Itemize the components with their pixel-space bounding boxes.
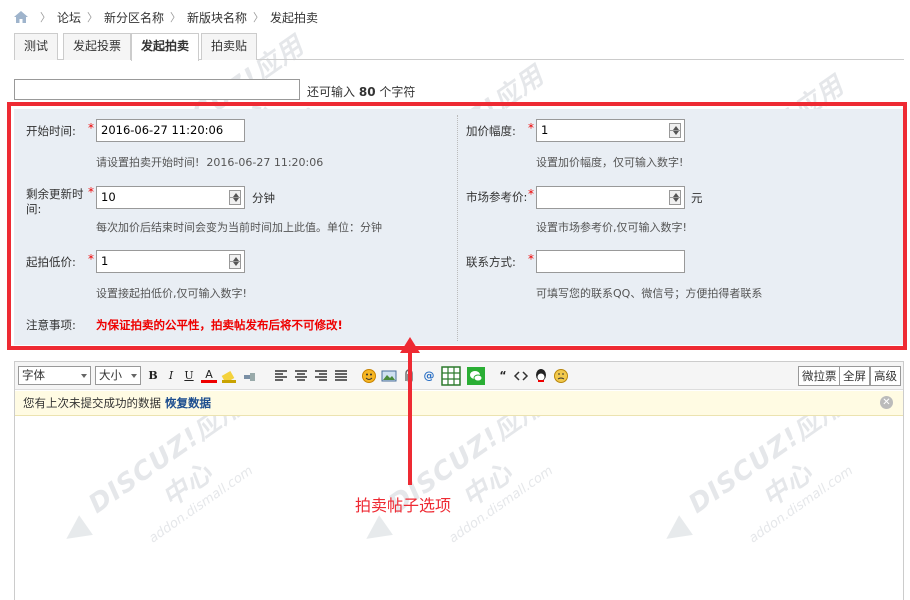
remaining-time-help: 每次加价后结束时间会变为当前时间加上此值。单位：分钟 <box>96 221 382 234</box>
face-icon[interactable] <box>553 367 569 385</box>
chevron-down-icon <box>81 374 87 378</box>
increment-help: 设置加价幅度，仅可输入数字! <box>536 156 684 169</box>
link-icon[interactable] <box>241 367 257 385</box>
text-color-button[interactable]: A <box>201 367 217 383</box>
column-divider <box>457 115 458 341</box>
smiley-icon[interactable] <box>361 367 377 385</box>
contact-input[interactable] <box>536 250 685 273</box>
advanced-button[interactable]: 高级 <box>870 366 901 386</box>
restore-draft-link[interactable]: 恢复数据 <box>165 396 211 410</box>
draft-restore-bar: 您有上次未提交成功的数据 恢复数据 ✕ <box>15 391 903 416</box>
required-mark: * <box>528 187 534 201</box>
start-price-input[interactable]: 1 <box>96 250 245 273</box>
contact-help: 可填写您的联系QQ、微信号；方便拍得者联系 <box>536 287 763 300</box>
vote-button[interactable]: 微拉票 <box>798 366 841 386</box>
notice-label: 注意事项: <box>26 318 76 332</box>
breadcrumb: 〉 论坛 〉 新分区名称 〉 新版块名称 〉 发起拍卖 <box>14 9 318 25</box>
at-icon[interactable]: @ <box>421 367 437 385</box>
start-time-help: 请设置拍卖开始时间! 2016-06-27 11:20:06 <box>96 156 324 169</box>
image-icon[interactable] <box>381 367 397 385</box>
fullscreen-button[interactable]: 全屏 <box>839 366 870 386</box>
tab-test[interactable]: 测试 <box>14 33 59 60</box>
auction-options-panel: 开始时间: * 2016-06-27 11:20:06 请设置拍卖开始时间! 2… <box>14 109 904 345</box>
remaining-time-unit: 分钟 <box>252 191 275 205</box>
draft-message: 您有上次未提交成功的数据 <box>23 396 161 410</box>
spinner-icon[interactable] <box>669 123 681 138</box>
post-type-tabs: 测试 发起投票 发起拍卖 拍卖贴 <box>14 33 904 61</box>
breadcrumb-separator: 〉 <box>40 11 51 24</box>
required-mark: * <box>88 185 94 199</box>
subject-input[interactable] <box>14 79 300 100</box>
spinner-icon[interactable] <box>229 190 241 205</box>
notice-text: 为保证拍卖的公平性，拍卖帖发布后将不可修改! <box>96 318 343 332</box>
chevron-down-icon <box>131 374 137 378</box>
tab-start-poll[interactable]: 发起投票 <box>63 33 132 60</box>
annotation-label: 拍卖帖子选项 <box>355 496 452 515</box>
table-icon[interactable] <box>441 366 461 386</box>
subject-char-hint: 还可输入 80 个字符 <box>307 85 416 99</box>
breadcrumb-current: 发起拍卖 <box>270 10 319 25</box>
bold-button[interactable]: B <box>145 367 161 385</box>
tab-start-auction[interactable]: 发起拍卖 <box>131 33 200 61</box>
breadcrumb-separator: 〉 <box>87 11 99 24</box>
italic-button[interactable]: I <box>163 367 179 385</box>
spinner-icon[interactable] <box>669 190 681 205</box>
start-time-label: 开始时间: <box>26 124 76 138</box>
home-icon[interactable] <box>14 11 28 23</box>
tab-auction-post[interactable]: 拍卖贴 <box>201 33 258 60</box>
market-price-label: 市场参考价: <box>466 190 528 204</box>
increment-label: 加价幅度: <box>466 124 516 138</box>
market-price-help: 设置市场参考价,仅可输入数字! <box>536 221 687 234</box>
required-mark: * <box>88 121 94 135</box>
start-time-input[interactable]: 2016-06-27 11:20:06 <box>96 119 245 142</box>
quote-button[interactable]: “ <box>495 367 511 385</box>
annotation-arrow-line <box>408 349 412 485</box>
start-price-help: 设置接起拍低价,仅可输入数字! <box>96 287 247 300</box>
remaining-time-label: 剩余更新时 间: <box>26 187 84 216</box>
breadcrumb-forum[interactable]: 论坛 <box>57 9 81 26</box>
spinner-icon[interactable] <box>229 254 241 269</box>
required-mark: * <box>528 252 534 266</box>
align-center-icon[interactable] <box>293 367 309 385</box>
wechat-icon[interactable] <box>467 367 485 385</box>
breadcrumb-separator: 〉 <box>170 11 182 24</box>
market-price-input[interactable] <box>536 186 685 209</box>
remaining-time-input[interactable]: 10 <box>96 186 245 209</box>
breadcrumb-section[interactable]: 新分区名称 <box>104 9 164 26</box>
market-price-unit: 元 <box>691 191 703 205</box>
post-editor: 字体 大小 B I U A @ “ 微拉票 全屏 高级 您有上次未提交成功的数据… <box>14 361 904 600</box>
required-mark: * <box>528 121 534 135</box>
breadcrumb-board[interactable]: 新版块名称 <box>187 9 247 26</box>
font-family-select[interactable]: 字体 <box>18 366 91 385</box>
font-size-select[interactable]: 大小 <box>95 366 141 385</box>
required-mark: * <box>88 252 94 266</box>
start-price-label: 起拍低价: <box>26 255 76 269</box>
list-icon[interactable] <box>333 367 349 385</box>
underline-button[interactable]: U <box>181 367 197 385</box>
align-right-icon[interactable] <box>313 367 329 385</box>
align-left-icon[interactable] <box>273 367 289 385</box>
breadcrumb-separator: 〉 <box>253 11 265 24</box>
editor-toolbar: 字体 大小 B I U A @ “ 微拉票 全屏 高级 <box>15 362 903 390</box>
highlight-icon[interactable] <box>221 367 237 385</box>
qq-icon[interactable] <box>533 367 549 385</box>
increment-input[interactable]: 1 <box>536 119 685 142</box>
contact-label: 联系方式: <box>466 255 516 269</box>
code-icon[interactable] <box>513 367 529 385</box>
close-icon[interactable]: ✕ <box>880 396 893 409</box>
